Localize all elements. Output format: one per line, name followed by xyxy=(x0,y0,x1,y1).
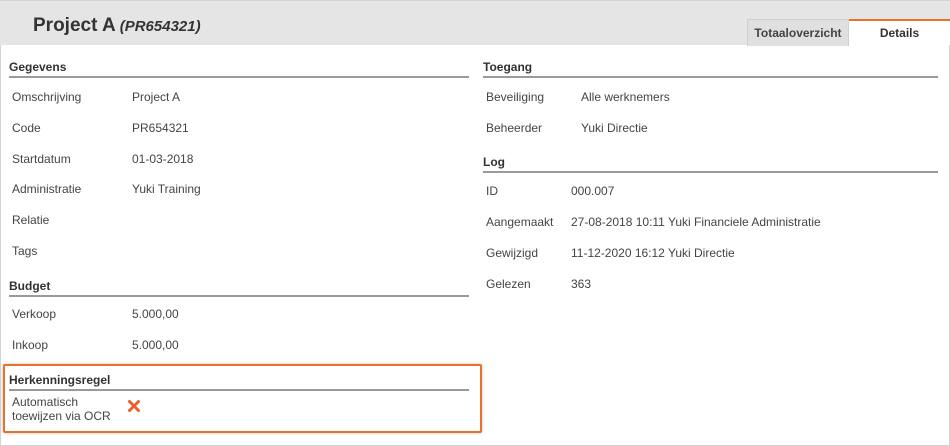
project-code: (PR654321) xyxy=(119,18,201,35)
label-id: ID xyxy=(486,184,498,198)
label-ocr-line2: toewijzen via OCR xyxy=(12,409,111,423)
section-toegang-heading: Toegang xyxy=(483,60,938,78)
section-log-heading: Log xyxy=(483,155,938,173)
tab-details[interactable]: Details xyxy=(849,19,950,46)
label-code: Code xyxy=(12,121,41,135)
section-gegevens-heading: Gegevens xyxy=(9,60,469,78)
value-aangemaakt: 27-08-2018 10:11 Yuki Financiele Adminis… xyxy=(571,215,821,229)
section-herkenningsregel-heading: Herkenningsregel xyxy=(9,373,469,391)
section-budget-heading: Budget xyxy=(9,279,469,297)
label-relatie: Relatie xyxy=(12,213,50,227)
tab-totaaloverzicht[interactable]: Totaaloverzicht xyxy=(747,19,849,46)
label-gelezen: Gelezen xyxy=(486,277,531,291)
label-beheerder: Beheerder xyxy=(486,121,543,135)
value-omschrijving: Project A xyxy=(132,90,181,104)
project-name: Project A xyxy=(33,15,116,36)
value-administratie: Yuki Training xyxy=(132,182,201,196)
value-gelezen: 363 xyxy=(571,277,592,291)
value-verkoop: 5.000,00 xyxy=(132,307,179,321)
value-beheerder: Yuki Directie xyxy=(581,121,648,135)
label-beveiliging: Beveiliging xyxy=(486,90,545,104)
value-gewijzigd: 11-12-2020 16:12 Yuki Directie xyxy=(571,246,735,260)
label-ocr-line1: Automatisch xyxy=(12,395,79,409)
label-ocr-toewijzen: Automatisch toewijzen via OCR xyxy=(12,395,111,423)
page-title: Project A (PR654321) xyxy=(33,15,201,37)
value-id: 000.007 xyxy=(571,184,615,198)
value-startdatum: 01-03-2018 xyxy=(132,152,194,166)
label-verkoop: Verkoop xyxy=(12,307,57,321)
label-inkoop: Inkoop xyxy=(12,338,49,352)
label-startdatum: Startdatum xyxy=(12,152,71,166)
value-beveiliging: Alle werknemers xyxy=(581,90,670,104)
label-administratie: Administratie xyxy=(12,182,82,196)
label-gewijzigd: Gewijzigd xyxy=(486,246,539,260)
value-inkoop: 5.000,00 xyxy=(132,338,179,352)
label-aangemaakt: Aangemaakt xyxy=(486,215,554,229)
value-code: PR654321 xyxy=(132,121,189,135)
label-omschrijving: Omschrijving xyxy=(12,90,82,104)
label-tags: Tags xyxy=(12,244,38,258)
cross-icon xyxy=(128,400,140,412)
